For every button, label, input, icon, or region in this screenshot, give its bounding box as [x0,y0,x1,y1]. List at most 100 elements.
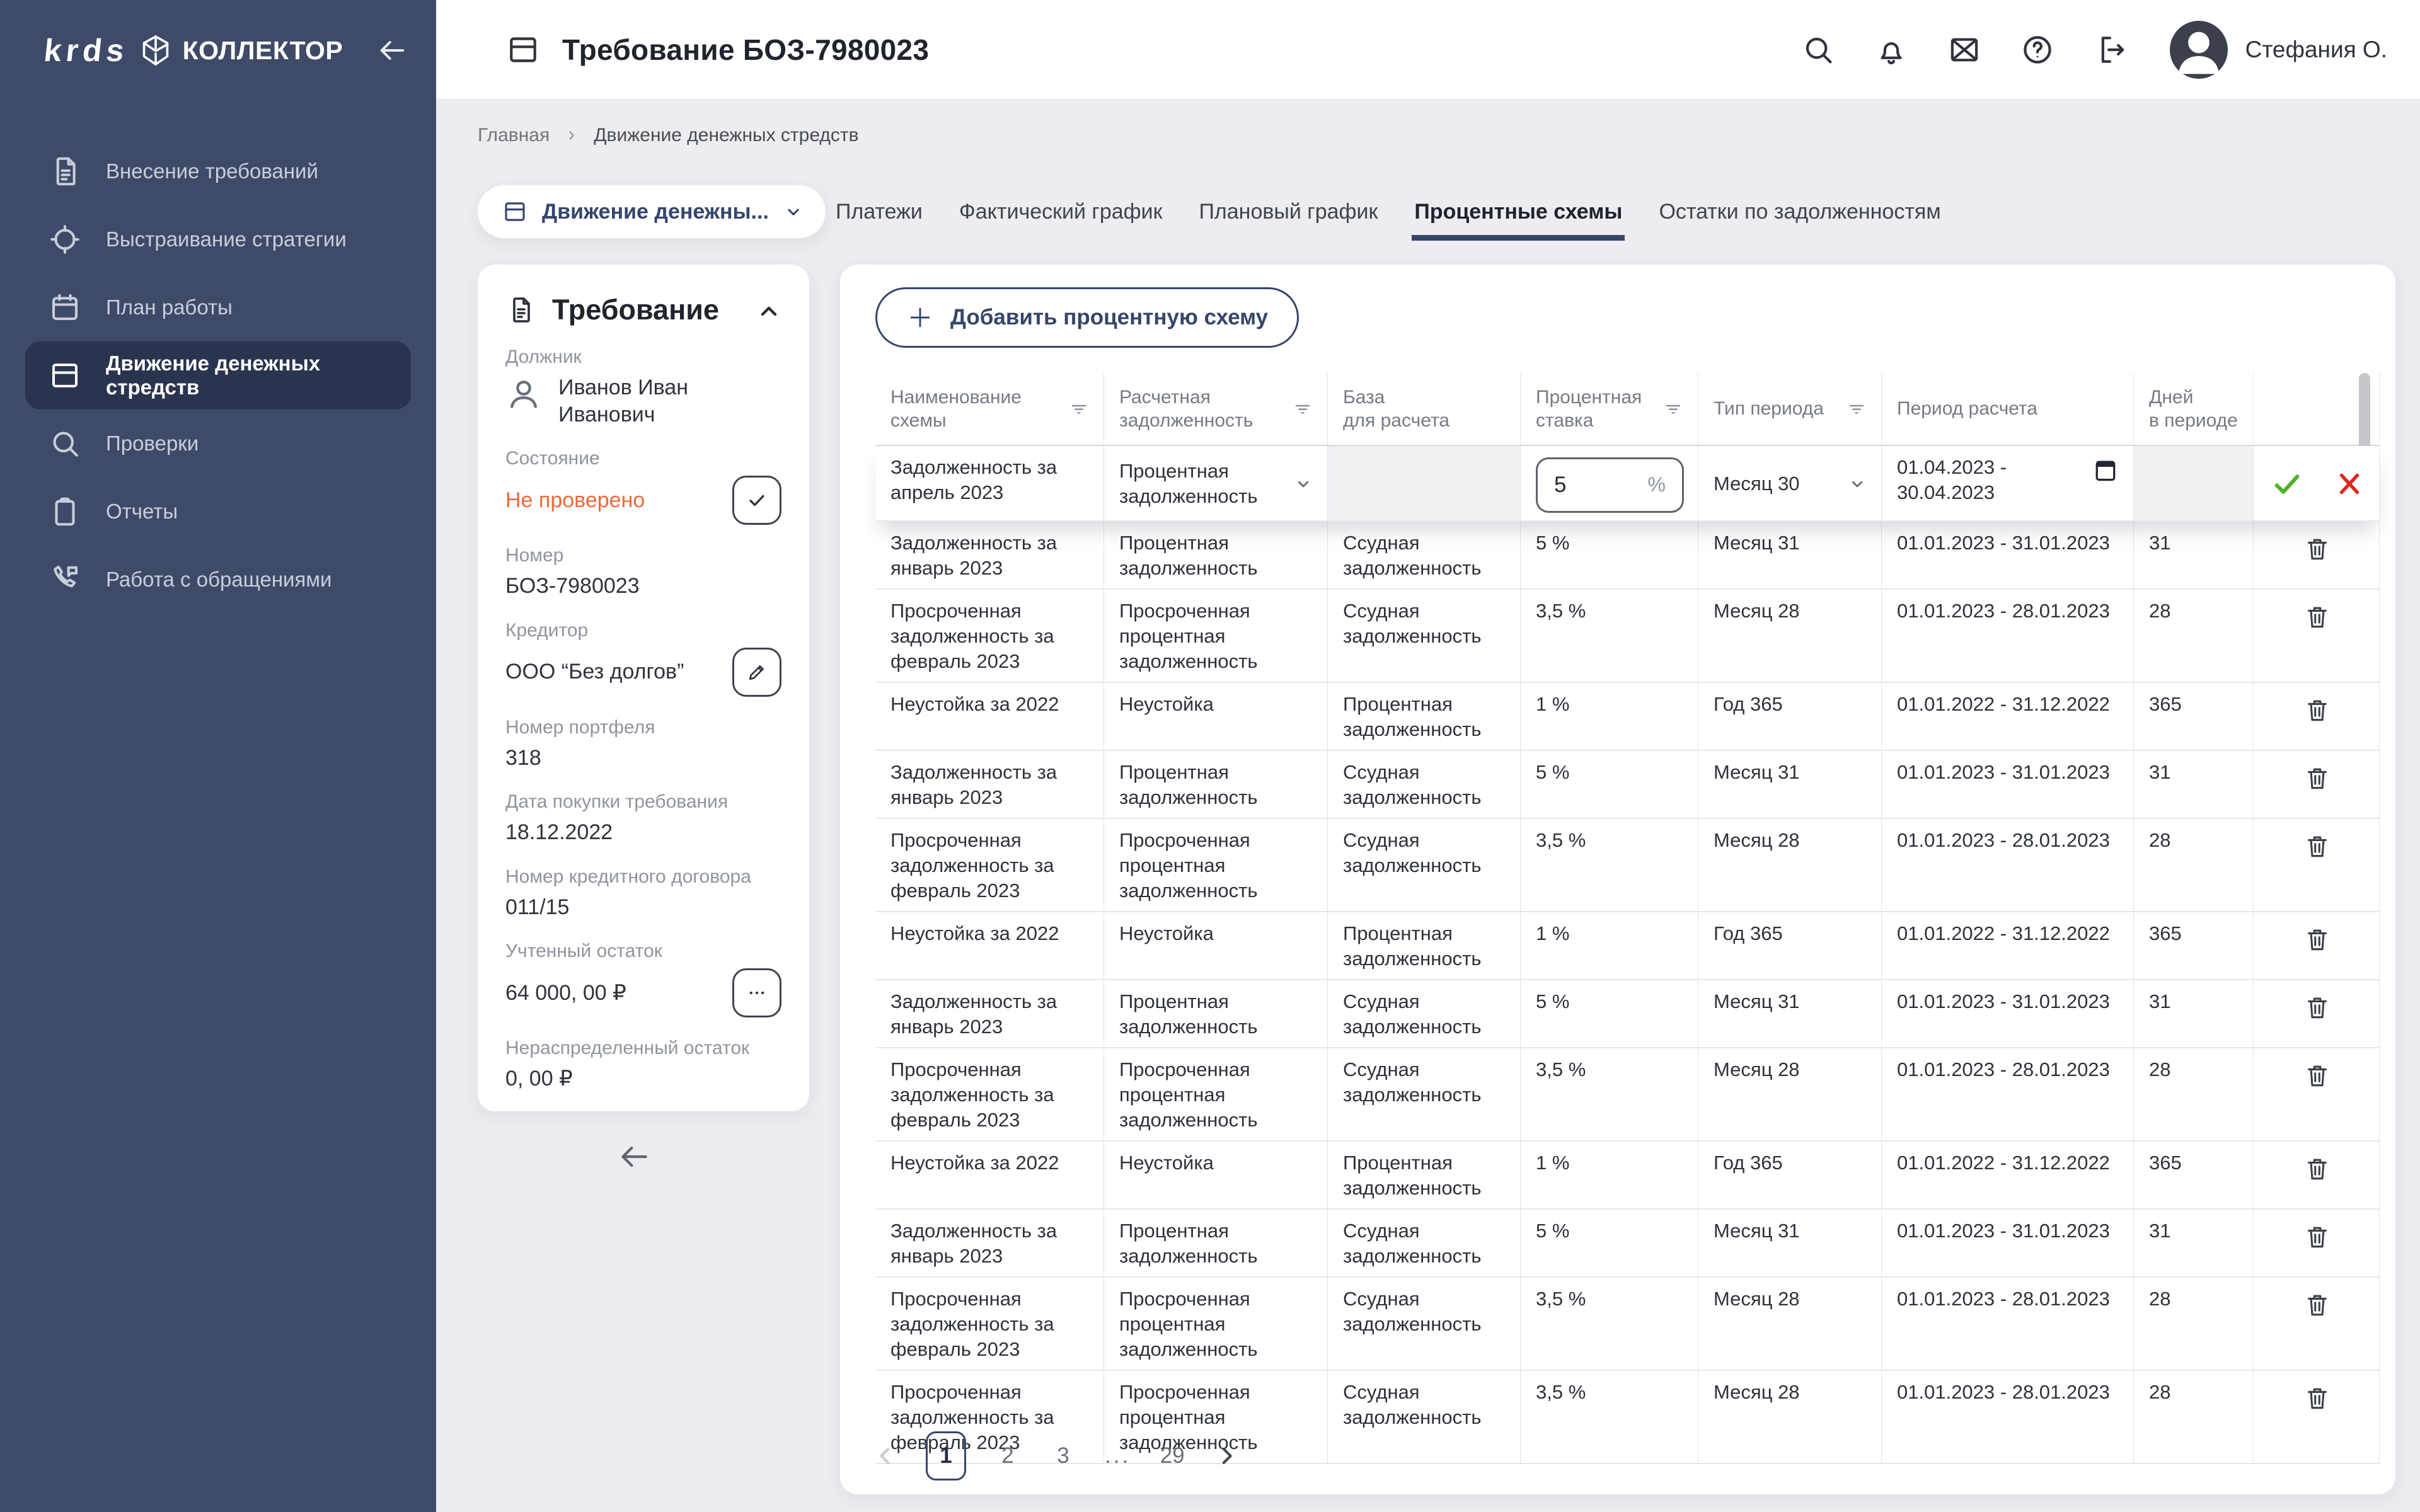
delete-row-button[interactable] [2303,602,2332,631]
pagination-ellipsis: ... [1105,1443,1131,1469]
sidebar-item[interactable]: Проверки [25,410,411,478]
period-cell: 01.01.2022 - 31.12.2022 [1882,1142,2134,1210]
edit-creditor-button[interactable] [732,648,781,697]
pagination-prev-button[interactable] [873,1443,898,1469]
delete-row-button[interactable] [2303,1290,2332,1319]
card-collapse-button[interactable] [754,296,781,324]
accounted-more-button[interactable] [732,968,781,1017]
days-cell: 28 [2134,590,2254,683]
pagination-page-current[interactable]: 1 [926,1431,966,1480]
delete-row-button[interactable] [2303,993,2332,1022]
days-cell: 28 [2134,1371,2254,1464]
user-name: Стефания О. [2245,37,2387,63]
sidebar-item[interactable]: Выстраивание стратегии [25,205,411,273]
context-switcher[interactable]: Движение денежны... [478,185,826,238]
tab-item[interactable]: Остатки по задолженностям [1659,183,1940,241]
pagination-page[interactable]: 29 [1158,1443,1186,1469]
chevron-down-icon [1293,474,1313,494]
edit-period-datepicker[interactable]: 01.04.2023 - 30.04.2023 [1882,446,2134,522]
confirm-button[interactable] [2269,466,2305,501]
mail-button[interactable] [1947,32,1982,67]
edit-rate-cell: 5 % [1521,446,1698,522]
tab-active[interactable]: Процентные схемы [1414,183,1622,241]
pagination-page[interactable]: 2 [994,1443,1022,1469]
base-cell: Ссудная задолженность [1328,522,1521,590]
pagination-page[interactable]: 3 [1049,1443,1077,1469]
debt-type-cell: Процентная задолженность [1104,980,1328,1048]
rate-cell: 3,5 % [1521,590,1698,683]
creditor-value: ООО “Без долгов” [505,658,684,685]
trash-icon [2303,1061,2332,1090]
chevron-down-icon [1847,474,1867,494]
search-icon [48,427,82,461]
period-type-cell: Год 365 [1698,1142,1882,1210]
edit-days-cell [2134,446,2254,522]
dots-icon [744,980,769,1005]
debt-type-cell: Процентная задолженность [1104,751,1328,819]
tab-item[interactable]: Платежи [836,183,923,241]
sidebar-item[interactable]: План работы [25,273,411,341]
panel-back-button[interactable] [616,1139,652,1174]
help-button[interactable] [2020,32,2055,67]
cancel-button[interactable] [2334,468,2365,500]
scheme-name-cell: Задолженность за январь 2023 [875,522,1104,590]
rate-cell: 3,5 % [1521,1048,1698,1142]
filter-icon[interactable] [1068,398,1090,420]
delete-row-button[interactable] [2303,1061,2332,1090]
base-cell: Ссудная задолженность [1328,1278,1521,1371]
scheme-name-cell: Неустойка за 2022 [875,1142,1104,1210]
sidebar-item[interactable]: Внесение требований [25,137,411,205]
table-row: Неустойка за 2022 Неустойка Процентная з… [875,912,2380,980]
rate-cell: 5 % [1521,751,1698,819]
rate-cell: 1 % [1521,683,1698,751]
filter-icon[interactable] [1292,398,1313,420]
sidebar-collapse-button[interactable] [376,34,408,67]
days-cell: 28 [2134,1048,2254,1142]
actions-cell [2254,1142,2380,1210]
logo: krds КОЛЛЕКТОР [0,0,436,101]
add-scheme-button[interactable]: Добавить процентную схему [875,287,1299,348]
credit-card-icon [505,32,541,67]
delete-row-button[interactable] [2303,832,2332,861]
delete-row-button[interactable] [2303,1222,2332,1251]
actions-cell [2254,590,2380,683]
filter-icon[interactable] [1662,398,1684,420]
rate-cell: 1 % [1521,912,1698,980]
table-edit-row: Задолженность за апрель 2023 Процентная … [875,446,2380,522]
period-type-cell: Месяц 31 [1698,1210,1882,1278]
verify-button[interactable] [732,476,781,525]
edit-period-type-select[interactable]: Месяц 30 [1698,446,1882,522]
delete-row-button[interactable] [2303,1154,2332,1183]
delete-row-button[interactable] [2303,696,2332,724]
sidebar-item[interactable]: Отчеты [25,478,411,546]
tab-item[interactable]: Плановый график [1199,183,1378,241]
sidebar-item[interactable]: Движение денежных стредств [25,341,411,410]
user-menu[interactable]: Стефания О. [2170,21,2387,79]
period-type-cell: Месяц 28 [1698,1048,1882,1142]
search-button[interactable] [1801,32,1836,67]
schemes-table: Наименование схемыРасчетная задолженност… [875,373,2380,1464]
breadcrumb-item[interactable]: Главная [478,125,550,146]
sidebar-item[interactable]: Работа с обращениями [25,546,411,614]
edit-name-cell[interactable]: Задолженность за апрель 2023 [875,446,1104,522]
bell-button[interactable] [1874,32,1909,67]
delete-row-button[interactable] [2303,1383,2332,1412]
logout-button[interactable] [2093,32,2128,67]
delete-row-button[interactable] [2303,534,2332,563]
table-row: Задолженность за январь 2023 Процентная … [875,751,2380,819]
header-actions [1801,32,2128,67]
edit-debt-type-select[interactable]: Процентная задолженность [1104,446,1328,522]
mail-icon [1947,32,1982,67]
tab-item[interactable]: Фактический график [959,183,1163,241]
delete-row-button[interactable] [2303,925,2332,954]
table-row: Задолженность за январь 2023 Процентная … [875,522,2380,590]
period-cell: 01.01.2022 - 31.12.2022 [1882,912,2134,980]
context-switcher-label: Движение денежны... [542,200,769,224]
trash-icon [2303,925,2332,954]
rate-input[interactable]: 5 % [1536,457,1684,513]
field-contract: Номер кредитного договора 011/15 [505,866,781,921]
pagination-next-button[interactable] [1214,1443,1239,1469]
delete-row-button[interactable] [2303,764,2332,793]
period-cell: 01.01.2023 - 31.01.2023 [1882,751,2134,819]
filter-icon[interactable] [1846,398,1867,420]
